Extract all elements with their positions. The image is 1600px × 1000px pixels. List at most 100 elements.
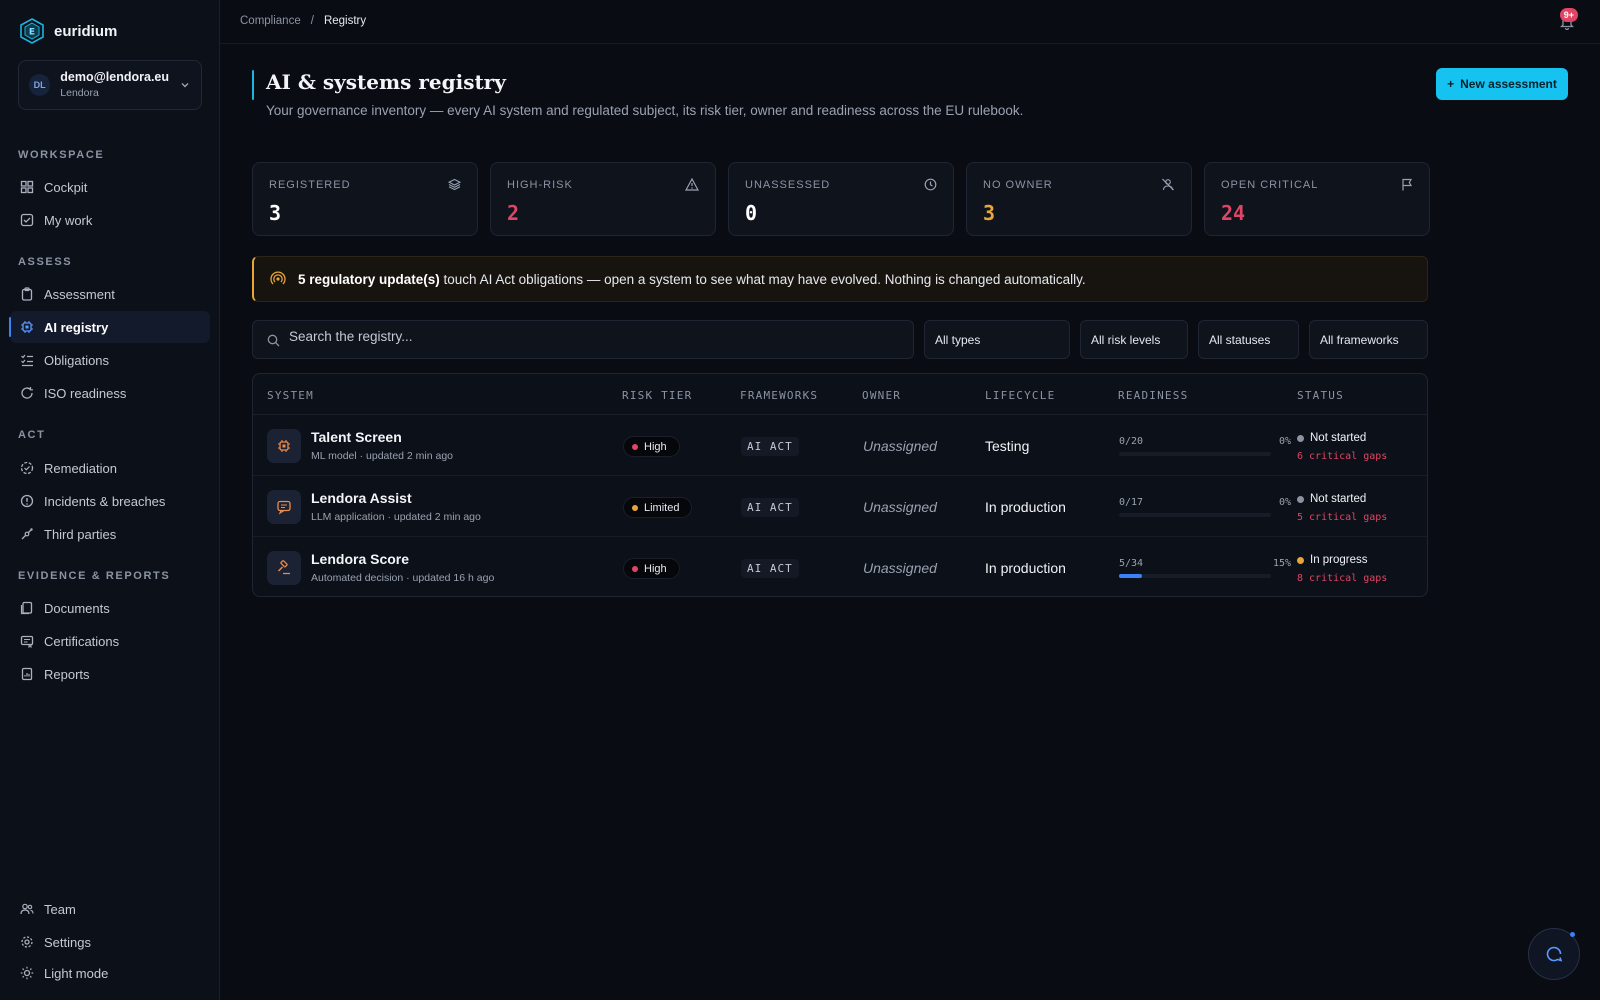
new-assessment-label: New assessment: [1460, 77, 1557, 91]
stat-card-open-critical[interactable]: OPEN CRITICAL 24: [1204, 162, 1430, 236]
sidebar-item-assessment[interactable]: Assessment: [10, 278, 210, 310]
breadcrumb-compliance[interactable]: Compliance: [240, 15, 301, 27]
account-org: Lendora: [60, 87, 99, 99]
sidebar-item-label: Light mode: [44, 965, 109, 981]
checkbox-icon: [20, 213, 34, 227]
owner[interactable]: Unassigned: [863, 560, 937, 576]
sidebar-item-light-mode[interactable]: Light mode: [10, 957, 210, 989]
list-check-icon: [20, 353, 34, 367]
stat-label: UNASSESSED: [745, 179, 831, 191]
table-row[interactable]: Lendora Score Automated decision · updat…: [253, 537, 1427, 596]
stat-label: OPEN CRITICAL: [1221, 179, 1319, 191]
clock-icon: [924, 178, 937, 191]
system-meta: ML model · updated 2 min ago: [311, 450, 454, 462]
sidebar-item-incidents[interactable]: Incidents & breaches: [10, 485, 210, 517]
risk-badge: Limited: [623, 497, 693, 518]
plus-icon: +: [1447, 77, 1455, 91]
column-lifecycle[interactable]: LIFECYCLE: [985, 389, 1055, 402]
column-frameworks[interactable]: FRAMEWORKS: [740, 389, 818, 402]
sidebar-item-label: AI registry: [44, 319, 109, 335]
search-input[interactable]: [289, 321, 889, 358]
gavel-icon: [267, 551, 301, 585]
sidebar-item-documents[interactable]: Documents: [10, 592, 210, 624]
new-assessment-button[interactable]: + New assessment: [1436, 68, 1568, 100]
layers-icon: [448, 178, 461, 191]
sidebar: E euridium DL demo@lendora.eu Lendora WO…: [0, 0, 220, 1000]
sidebar-item-label: Documents: [44, 600, 110, 616]
status: Not started: [1297, 493, 1366, 505]
filter-frameworks[interactable]: All frameworks: [1309, 320, 1428, 359]
sidebar-item-third-parties[interactable]: Third parties: [10, 518, 210, 550]
account-email: demo@lendora.eu: [60, 70, 169, 84]
circle-dashed-check-icon: [20, 461, 34, 475]
filter-types[interactable]: All types: [924, 320, 1070, 359]
notification-badge: 9+: [1559, 8, 1578, 22]
sidebar-item-remediation[interactable]: Remediation: [10, 452, 210, 484]
section-assess: ASSESS: [18, 256, 73, 268]
risk-label: High: [644, 440, 667, 453]
filter-statuses[interactable]: All statuses: [1198, 320, 1299, 359]
table-row[interactable]: Talent Screen ML model · updated 2 min a…: [253, 415, 1427, 476]
sidebar-item-my-work[interactable]: My work: [10, 204, 210, 236]
breadcrumb: Compliance / Registry: [240, 15, 366, 27]
system-name[interactable]: Talent Screen: [311, 429, 402, 445]
filter-risk-levels[interactable]: All risk levels: [1080, 320, 1188, 359]
sidebar-item-ai-registry[interactable]: AI registry: [9, 311, 210, 343]
column-status[interactable]: STATUS: [1297, 389, 1344, 402]
column-system[interactable]: SYSTEM: [267, 389, 314, 402]
sidebar-item-label: Third parties: [44, 526, 117, 542]
table-row[interactable]: Lendora Assist LLM application · updated…: [253, 476, 1427, 537]
sidebar-item-settings[interactable]: Settings: [10, 926, 210, 958]
system-name[interactable]: Lendora Assist: [311, 490, 412, 506]
lifecycle: In production: [985, 560, 1066, 576]
framework-tag: AI ACT: [741, 498, 799, 517]
table-header: SYSTEM RISK TIER FRAMEWORKS OWNER LIFECY…: [253, 374, 1427, 415]
sidebar-item-team[interactable]: Team: [10, 893, 210, 925]
breadcrumb-registry: Registry: [323, 15, 367, 27]
readiness-bar: [1119, 452, 1271, 456]
chip-icon: [20, 320, 34, 334]
brand[interactable]: E euridium: [20, 18, 117, 44]
stat-label: NO OWNER: [983, 179, 1053, 191]
sidebar-item-label: Certifications: [44, 633, 120, 649]
account-switcher[interactable]: DL demo@lendora.eu Lendora: [18, 60, 202, 110]
status-label: In progress: [1310, 554, 1368, 566]
lifecycle: Testing: [985, 438, 1030, 454]
status-label: Not started: [1310, 432, 1367, 444]
column-owner[interactable]: OWNER: [862, 389, 901, 402]
sidebar-item-cockpit[interactable]: Cockpit: [10, 171, 210, 203]
sidebar-item-iso-readiness[interactable]: ISO readiness: [10, 377, 210, 409]
stat-value: 3: [269, 201, 282, 225]
stat-card-registered[interactable]: REGISTERED 3: [252, 162, 478, 236]
grid-icon: [20, 180, 34, 194]
sidebar-item-label: Incidents & breaches: [44, 493, 166, 509]
sidebar-item-label: Obligations: [44, 352, 110, 368]
owner[interactable]: Unassigned: [863, 438, 937, 454]
report-icon: [20, 667, 34, 681]
sidebar-item-label: Assessment: [44, 286, 115, 302]
risk-dot: [632, 505, 638, 511]
stat-card-no-owner[interactable]: NO OWNER 3: [966, 162, 1192, 236]
stat-value: 24: [1221, 201, 1246, 225]
stat-label: REGISTERED: [269, 179, 351, 191]
column-readiness[interactable]: READINESS: [1118, 389, 1188, 402]
system-name[interactable]: Lendora Score: [311, 551, 409, 567]
risk-label: High: [644, 562, 667, 575]
sidebar-item-obligations[interactable]: Obligations: [10, 344, 210, 376]
regulatory-update-banner[interactable]: 5 regulatory update(s) touch AI Act obli…: [252, 256, 1428, 302]
stat-card-unassessed[interactable]: UNASSESSED 0: [728, 162, 954, 236]
sidebar-item-label: Settings: [44, 934, 91, 950]
owner[interactable]: Unassigned: [863, 499, 937, 515]
readiness-bar: [1119, 574, 1271, 578]
readiness-fraction: 5/34: [1119, 558, 1144, 569]
sidebar-item-reports[interactable]: Reports: [10, 658, 210, 690]
chevron-down-icon: [179, 79, 191, 91]
critical-gaps: 5 critical gaps: [1297, 512, 1388, 523]
column-risk-tier[interactable]: RISK TIER: [622, 389, 692, 402]
sidebar-item-certifications[interactable]: Certifications: [10, 625, 210, 657]
stat-card-high-risk[interactable]: HIGH-RISK 2: [490, 162, 716, 236]
critical-gaps: 6 critical gaps: [1297, 451, 1388, 462]
framework-tag: AI ACT: [741, 437, 799, 456]
sidebar-item-label: Reports: [44, 666, 90, 682]
readiness-fill: [1119, 574, 1142, 578]
